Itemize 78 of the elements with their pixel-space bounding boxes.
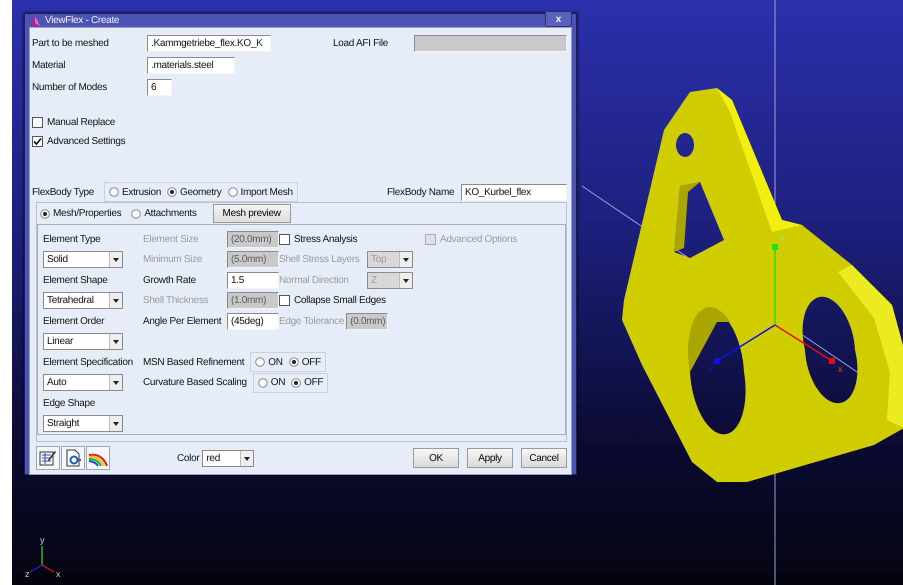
- dropdown[interactable]: Solid: [43, 251, 123, 268]
- checkbox-label: Stress Analysis: [294, 234, 358, 245]
- input-field[interactable]: .Kammgetriebe_flex.KO_K: [147, 34, 271, 52]
- field-label: Shell Thickness: [143, 295, 210, 306]
- field-label: Material: [32, 60, 66, 70]
- tab-label: Mesh/Properties: [53, 208, 122, 219]
- dropdown[interactable]: Auto: [43, 374, 123, 392]
- radio-button[interactable]: [131, 208, 142, 218]
- checkbox-label: Collapse Small Edges: [294, 295, 386, 306]
- window-title: ViewFlex - Create: [45, 15, 120, 26]
- checkbox-label: Advanced Settings: [47, 136, 126, 147]
- radio-button[interactable]: [109, 187, 119, 197]
- field-label: FlexBody Name: [387, 186, 456, 198]
- radio-button[interactable]: [255, 357, 266, 368]
- axis-label: z: [25, 569, 30, 579]
- radio-label: ON: [268, 356, 283, 368]
- input-field[interactable]: 6: [147, 78, 172, 96]
- input-field[interactable]: .materials.steel: [147, 56, 235, 74]
- axis-triad-icon: [30, 546, 54, 573]
- dropdown[interactable]: Linear: [43, 333, 123, 350]
- field-label: FlexBody Type: [32, 186, 96, 198]
- edit-table-icon[interactable]: [36, 446, 60, 470]
- radio-button[interactable]: [40, 208, 50, 218]
- dropdown[interactable]: Tetrahedral: [43, 292, 123, 310]
- field-label: MSN Based Refinement: [143, 356, 244, 368]
- axis-label: x: [838, 364, 842, 374]
- axis-label: y: [40, 535, 44, 545]
- radio-button[interactable]: [291, 378, 302, 388]
- mesh-preview-button[interactable]: Mesh preview: [212, 204, 291, 223]
- radio-label: Import Mesh: [240, 186, 293, 198]
- radio-button[interactable]: [228, 187, 238, 197]
- field-label: Growth Rate: [143, 274, 197, 286]
- radio-label: ON: [270, 377, 286, 388]
- close-button[interactable]: x: [545, 11, 572, 27]
- radio-label: Extrusion: [122, 186, 161, 198]
- field-label: Element Specification: [43, 356, 133, 368]
- input-field[interactable]: 1.5: [227, 272, 279, 289]
- input-field[interactable]: KO_Kurbel_flex: [461, 184, 567, 200]
- checkbox[interactable]: [279, 295, 290, 306]
- field-label: Edge Shape: [43, 398, 96, 409]
- tab-label: Attachments: [144, 208, 197, 219]
- field-label: Element Order: [43, 316, 104, 327]
- dialog-button[interactable]: OK: [413, 448, 459, 468]
- checkbox[interactable]: [279, 234, 290, 245]
- checkbox-label: Advanced Options: [440, 234, 517, 245]
- field-label: Load AFI File: [333, 38, 390, 48]
- checkbox[interactable]: [32, 136, 43, 147]
- radio-label: OFF: [304, 377, 324, 388]
- dropdown[interactable]: red: [202, 450, 254, 466]
- field-label: Shell Stress Layers: [279, 254, 360, 266]
- radio-button[interactable]: [167, 187, 177, 197]
- dialog-button[interactable]: Cancel: [521, 448, 567, 468]
- field-label: Element Size: [143, 234, 200, 245]
- axis-label: y: [780, 232, 784, 242]
- field-label: Element Shape: [43, 274, 108, 286]
- dropdown[interactable]: Straight: [43, 415, 123, 432]
- document-gear-icon[interactable]: [61, 446, 85, 470]
- field-label: Edge Tolerance: [279, 316, 344, 327]
- color-label: Color: [177, 452, 200, 464]
- dialog-button[interactable]: Apply: [467, 448, 513, 468]
- checkbox-label: Manual Replace: [47, 117, 116, 128]
- field-label: Minimum Size: [143, 254, 204, 266]
- field-label: Angle Per Element: [143, 316, 222, 327]
- radio-label: OFF: [302, 356, 321, 368]
- field-label: Part to be meshed: [32, 38, 110, 48]
- field-label: Number of Modes: [32, 82, 108, 92]
- radio-button[interactable]: [258, 378, 268, 388]
- axis-label: x: [56, 569, 60, 579]
- field-label: Element Type: [43, 234, 100, 245]
- radio-label: Geometry: [180, 186, 222, 198]
- axis-label: z: [708, 364, 712, 374]
- checkbox[interactable]: [32, 117, 43, 128]
- color-spectrum-icon[interactable]: [86, 446, 110, 470]
- input-field[interactable]: (45deg): [227, 312, 279, 330]
- field-label: Curvature Based Scaling: [143, 377, 247, 388]
- radio-button[interactable]: [288, 357, 299, 368]
- field-label: Normal Direction: [279, 274, 350, 286]
- app-icon: [29, 14, 41, 26]
